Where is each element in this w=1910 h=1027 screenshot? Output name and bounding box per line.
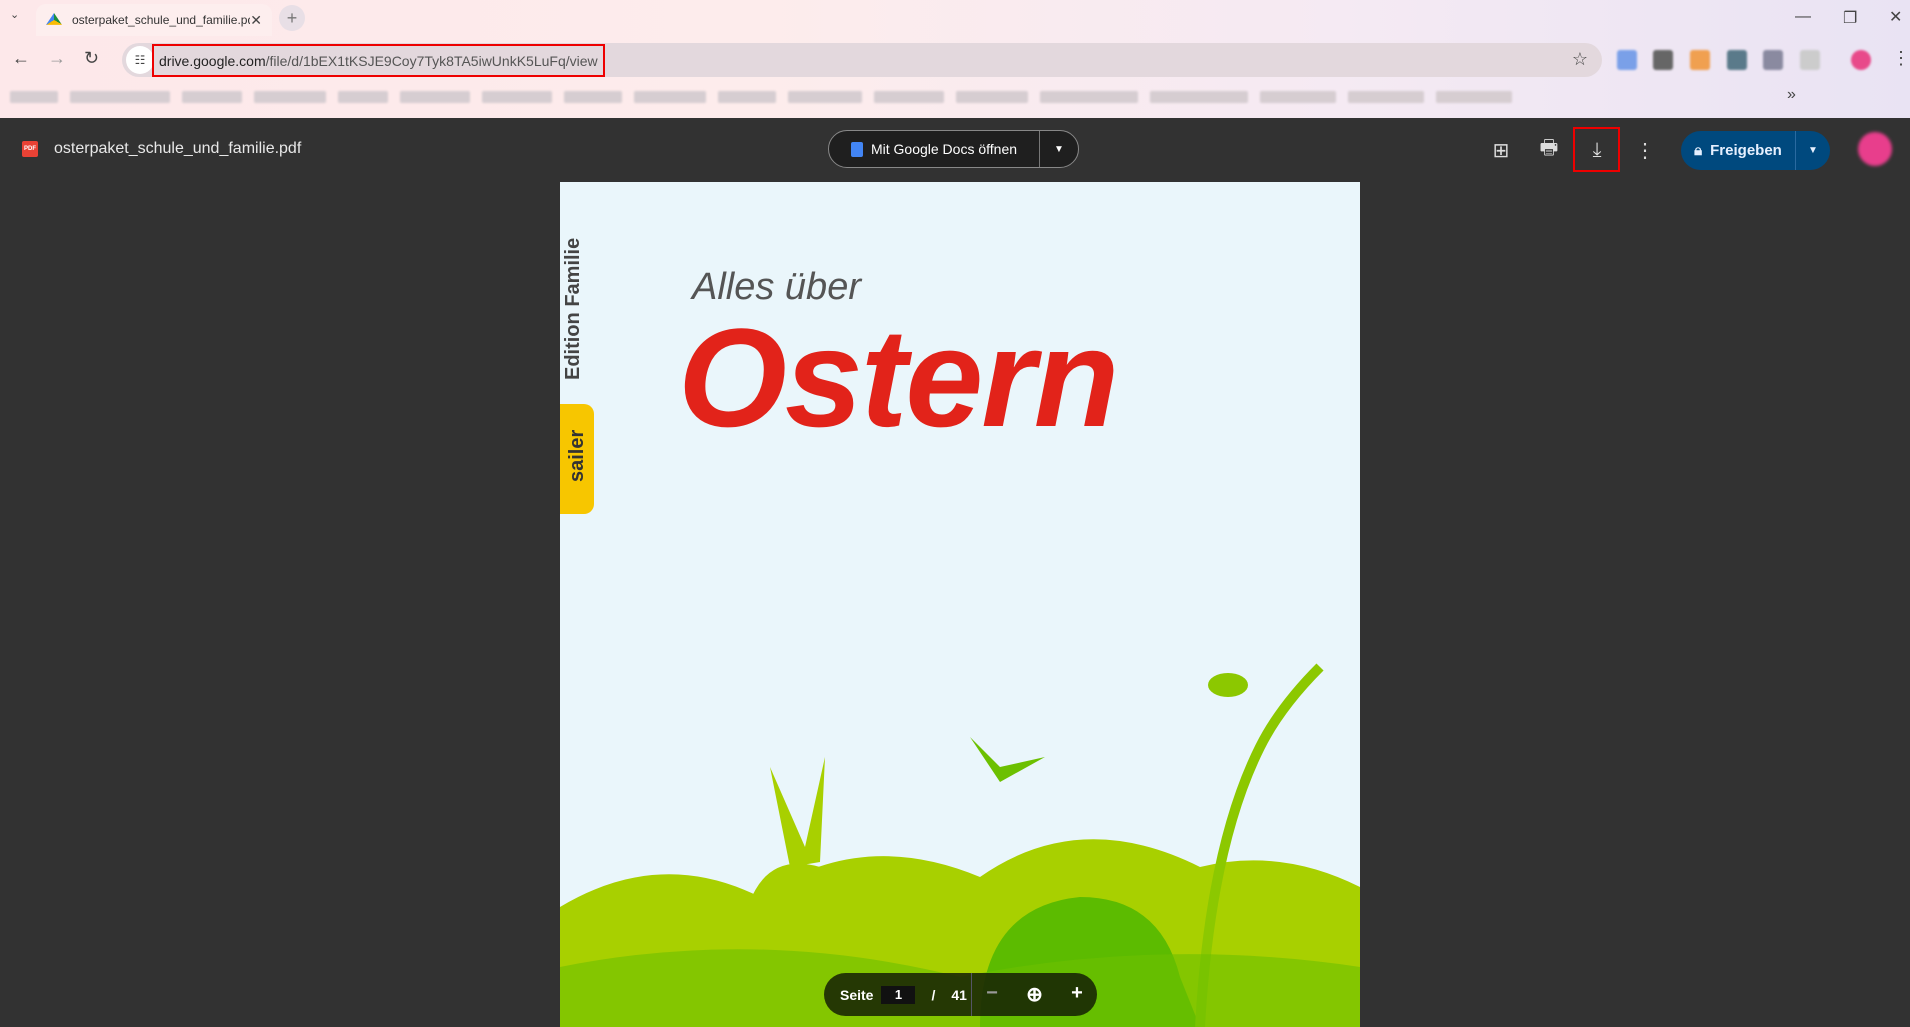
browser-chrome: ⌄ osterpaket_schule_und_familie.pdf ✕ + …	[0, 0, 1910, 118]
back-icon[interactable]: ←	[12, 48, 30, 69]
bookmarks-bar	[10, 86, 1512, 108]
close-window-icon[interactable]: ✕	[1889, 7, 1902, 27]
extension-icon[interactable]	[1763, 50, 1783, 70]
tab-bar: ⌄ osterpaket_schule_und_familie.pdf ✕ + …	[0, 0, 1910, 36]
print-icon[interactable]: 🖶	[1534, 135, 1564, 165]
bookmark-item[interactable]	[1150, 91, 1248, 103]
file-name: osterpaket_schule_und_familie.pdf	[54, 140, 302, 157]
google-drive-icon	[46, 13, 62, 25]
bookmark-item[interactable]	[70, 91, 170, 103]
zoom-out-icon[interactable]: −	[986, 982, 998, 1007]
bookmark-item[interactable]	[634, 91, 706, 103]
bookmark-item[interactable]	[338, 91, 388, 103]
bookmark-item[interactable]	[956, 91, 1028, 103]
bookmark-item[interactable]	[718, 91, 776, 103]
extension-icon[interactable]	[1617, 50, 1637, 70]
bookmark-item[interactable]	[1436, 91, 1512, 103]
minimize-icon[interactable]: —	[1795, 8, 1811, 26]
zoom-in-icon[interactable]: +	[1071, 982, 1083, 1007]
bookmark-item[interactable]	[10, 91, 58, 103]
open-with-google-docs-button[interactable]: Mit Google Docs öffnen ▼	[828, 130, 1079, 168]
bookmark-item[interactable]	[400, 91, 470, 103]
forward-icon[interactable]: →	[48, 48, 66, 69]
download-highlight	[1573, 127, 1620, 172]
open-with-label: Mit Google Docs öffnen	[870, 141, 1018, 157]
bookmark-item[interactable]	[564, 91, 622, 103]
avatar[interactable]	[1858, 132, 1892, 166]
file-title: PDF osterpaket_schule_und_familie.pdf	[22, 140, 301, 158]
share-label: Freigeben	[1710, 142, 1782, 159]
url-path: /file/d/1bEX1tKSJE9Coy7Tyk8TA5iwUnkK5LuF…	[265, 52, 598, 69]
page-navigation-bar: Seite 1 / 41 − ⊕ +	[824, 973, 1097, 1016]
google-docs-icon	[850, 141, 863, 157]
publisher-name: sailer	[566, 429, 588, 482]
tab-search-chevron-icon[interactable]: ⌄	[10, 8, 19, 21]
share-main[interactable]: 🔒︎ Freigeben	[1681, 131, 1796, 170]
edition-label: Edition Familie	[562, 237, 584, 380]
page-number-input[interactable]: 1	[881, 985, 916, 1004]
bookmark-star-icon[interactable]: ☆	[1572, 49, 1588, 70]
publisher-logo: sailer	[560, 404, 594, 514]
close-tab-icon[interactable]: ✕	[250, 12, 262, 29]
bookmark-item[interactable]	[1348, 91, 1424, 103]
tab-title: osterpaket_schule_und_familie.pdf	[72, 13, 251, 27]
more-actions-icon[interactable]: ⋮	[1630, 135, 1660, 165]
new-tab-icon[interactable]: +	[279, 5, 305, 31]
bookmark-item[interactable]	[482, 91, 552, 103]
bookmark-item[interactable]	[1260, 91, 1336, 103]
tab-active[interactable]: osterpaket_schule_und_familie.pdf ✕	[36, 4, 272, 36]
pdf-page: sailer Alles über Ostern	[560, 182, 1360, 1027]
extension-icon[interactable]	[1800, 50, 1820, 70]
page-separator: /	[931, 986, 936, 1003]
url-text[interactable]: drive.google.com/file/d/1bEX1tKSJE9Coy7T…	[152, 44, 605, 77]
extension-icon[interactable]	[1653, 50, 1673, 70]
cover-title: Ostern	[678, 299, 1119, 456]
site-settings-icon[interactable]: ☷	[126, 46, 154, 74]
browser-toolbar: ← → ↻ ☷ ☆ drive.google.com/file/d/1bEX1t…	[0, 40, 1910, 80]
more-bookmarks-icon[interactable]: »	[1787, 86, 1796, 104]
pdf-icon: PDF	[22, 141, 38, 157]
profile-icon[interactable]	[1851, 50, 1871, 70]
share-dropdown-icon[interactable]: ▼	[1796, 145, 1830, 156]
bookmark-item[interactable]	[1040, 91, 1138, 103]
open-with-dropdown-icon[interactable]: ▼	[1040, 144, 1078, 155]
extension-icon[interactable]	[1690, 50, 1710, 70]
add-comment-icon[interactable]: ⊞	[1486, 135, 1516, 165]
extension-icon[interactable]	[1727, 50, 1747, 70]
reload-icon[interactable]: ↻	[84, 48, 99, 69]
bookmark-item[interactable]	[182, 91, 242, 103]
share-button[interactable]: 🔒︎ Freigeben ▼	[1681, 131, 1830, 170]
zoom-fit-icon[interactable]: ⊕	[1026, 982, 1043, 1007]
restore-icon[interactable]: ❐	[1843, 8, 1857, 28]
lock-icon: 🔒︎	[1694, 142, 1703, 159]
bookmark-item[interactable]	[874, 91, 944, 103]
bookmark-item[interactable]	[254, 91, 326, 103]
browser-menu-icon[interactable]: ⋮	[1892, 48, 1910, 69]
url-host: drive.google.com	[159, 52, 266, 69]
bookmark-item[interactable]	[788, 91, 862, 103]
easter-meadow-illustration	[560, 663, 1360, 1027]
open-with-main[interactable]: Mit Google Docs öffnen	[829, 131, 1040, 167]
page-label: Seite	[840, 986, 874, 1003]
total-pages: 41	[951, 986, 967, 1003]
